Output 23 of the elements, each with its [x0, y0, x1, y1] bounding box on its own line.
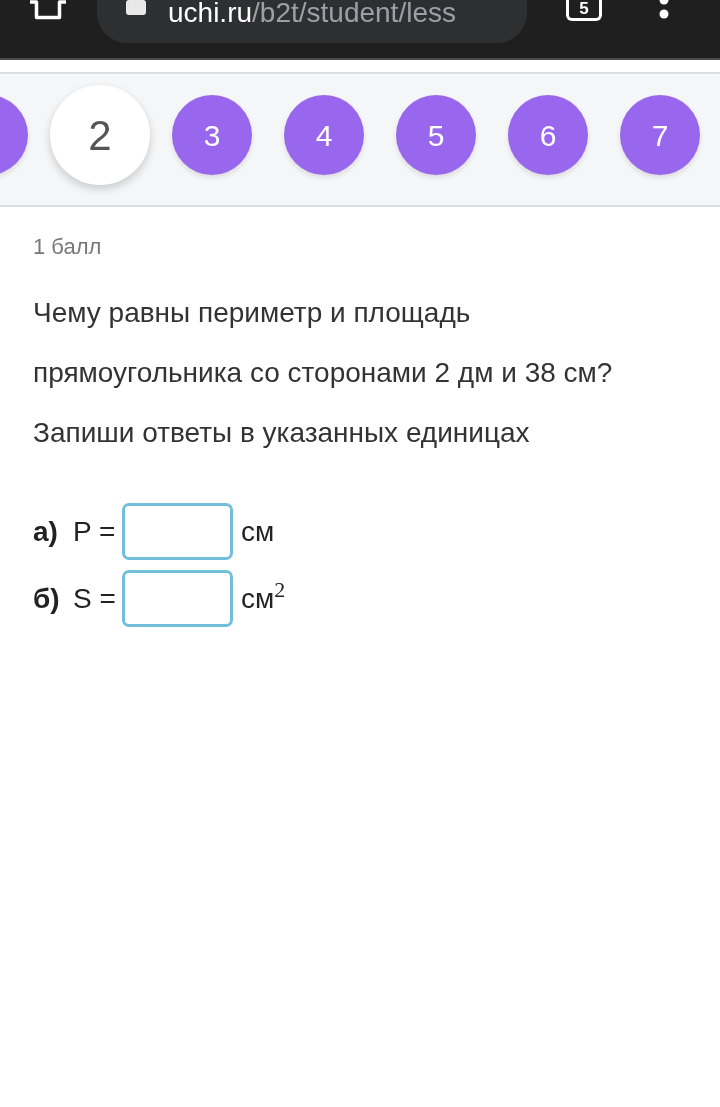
variable-label: S = [73, 581, 117, 616]
url-text: uchi.ru/b2t/student/less [168, 0, 456, 26]
answer-field[interactable] [122, 570, 233, 627]
kebab-menu-icon[interactable] [659, 0, 669, 20]
answer-letter: а) [33, 514, 59, 549]
unit-label: см$^{2}$ [241, 577, 286, 616]
variable-label: P = [73, 514, 117, 549]
lock-icon [126, 0, 146, 15]
task-number-button[interactable]: 5 [396, 95, 476, 175]
task-number-button[interactable]: 4 [284, 95, 364, 175]
unit-label: см [241, 514, 275, 549]
instruction-text: Запиши ответы в указанных единицах [33, 416, 531, 450]
points-label: 1 балл [33, 233, 103, 261]
answer-field[interactable] [122, 503, 233, 560]
task-number-button[interactable]: 3 [172, 95, 252, 175]
question-text: Чему равны периметр и площадь прямоугольника со сторонами 2 дм и 38 см? [33, 296, 614, 390]
home-icon[interactable] [30, 0, 66, 20]
answer-letter: б) [33, 581, 61, 616]
task-number-button[interactable]: 7 [620, 95, 700, 175]
task-number-button[interactable]: 2 [50, 85, 150, 185]
task-number-button[interactable]: 6 [508, 95, 588, 175]
tab-count-button[interactable]: 5 [566, 0, 602, 21]
address-bar[interactable]: uchi.ru/b2t/student/less [97, 0, 527, 43]
